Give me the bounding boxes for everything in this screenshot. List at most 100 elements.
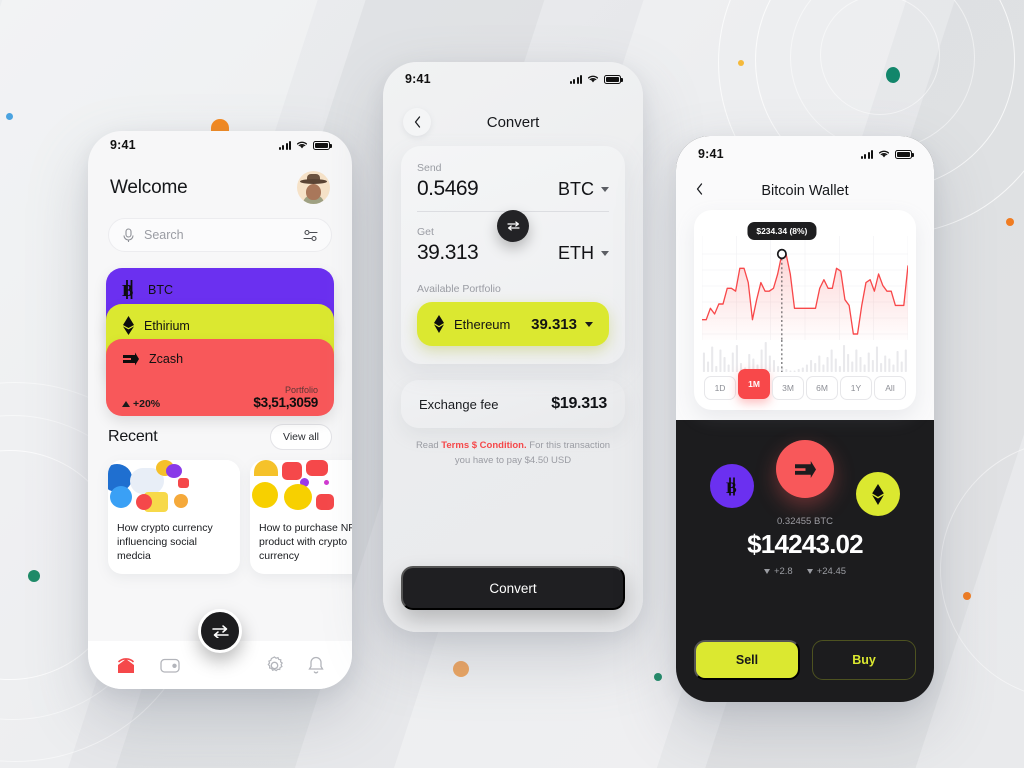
news-thumbnail [108,460,240,514]
search-input[interactable]: Search [108,218,332,252]
range-pill-1d[interactable]: 1D [704,376,736,400]
portfolio-amount: 39.313 [531,315,577,333]
phone-wallet-screen: 9:41 Bitcoin Wallet $234.34 (8%) 1D 1M 3… [676,136,934,702]
avatar[interactable] [297,171,330,204]
status-time: 9:41 [110,138,136,152]
sell-button[interactable]: Sell [694,640,800,680]
balance-block: 0.32455 BTC $14243.02 +2.8 +24.45 [676,516,934,577]
range-pill-1y[interactable]: 1Y [840,376,872,400]
status-time: 9:41 [405,72,431,86]
buy-button[interactable]: Buy [812,640,916,680]
terms-link[interactable]: Terms $ Condition. [441,440,526,451]
convert-button[interactable]: Convert [401,566,625,610]
news-title: How to purchase NFT product with crypto … [259,522,352,562]
chevron-down-icon [585,321,593,327]
news-thumbnail [250,460,352,514]
home-icon[interactable] [116,656,136,675]
exchange-fee-value: $19.313 [551,395,607,412]
zcash-icon [123,352,139,366]
chevron-down-icon [601,187,609,192]
filter-sliders-icon[interactable] [303,229,318,242]
swap-currencies-button[interactable] [497,210,529,242]
convert-panel: Send 0.5469 BTC Get 39.313 ETH Available… [401,146,625,364]
range-pill-1m[interactable]: 1M [738,369,770,399]
convert-nav: Convert [383,90,643,140]
time-range-selector: 1D 1M 3M 6M 1Y All [702,369,908,400]
list-item[interactable]: How crypto currency influencing social m… [108,460,240,574]
signal-icon [278,140,291,150]
swap-vertical-icon [506,221,520,231]
coin-ethereum[interactable] [856,472,900,516]
phone-home-screen: 9:41 Welcome Search BTC Ethirium Zcash +… [88,131,352,689]
get-currency-label: ETH [558,243,594,263]
microphone-icon [123,227,134,242]
settings-gear-icon[interactable] [265,655,284,675]
wifi-icon [878,150,890,158]
portfolio-value: $3,51,3059 [253,395,318,410]
status-bar: 9:41 [676,136,934,164]
phone-convert-screen: 9:41 Convert Send 0.5469 BTC Get 39.313 … [383,62,643,632]
coin-selector-group: B [676,440,934,516]
price-chart-card[interactable]: $234.34 (8%) 1D 1M 3M 6M 1Y All [694,210,916,410]
page-title: Welcome [110,176,188,198]
bell-icon[interactable] [308,656,324,675]
status-icons [860,149,914,159]
get-currency-select[interactable]: ETH [558,243,609,264]
portfolio-amount-group: 39.313 [531,316,593,333]
dot-orange-far-right [963,592,971,600]
chart-tooltip: $234.34 (8%) [747,222,817,240]
crypto-card-name: Zcash [149,352,184,366]
swap-fab-button[interactable] [198,609,242,653]
wallet-top-light-section: 9:41 Bitcoin Wallet $234.34 (8%) 1D 1M 3… [676,136,934,420]
send-field[interactable]: Send 0.5469 BTC [417,162,609,212]
wallet-nav: Bitcoin Wallet [676,164,934,206]
get-amount[interactable]: 39.313 [417,241,479,265]
crypto-card-zcash[interactable]: Zcash +20% Portfolio $3,51,3059 [106,339,334,416]
chart-marker-point[interactable] [776,248,787,260]
portfolio-label: Portfolio [284,385,318,395]
ethereum-icon [434,315,444,333]
portfolio-coin-selector[interactable]: Ethereum 39.313 [417,302,609,346]
send-currency-label: BTC [558,179,594,199]
range-pill-all[interactable]: All [874,376,906,400]
list-item[interactable]: How to purchase NFT product with crypto … [250,460,352,574]
status-icons [569,74,623,84]
crypto-cards-stack: B BTC +15% Portfolio $2,34,4500 [106,268,334,416]
bitcoin-icon: B [122,280,133,299]
wifi-icon [296,141,308,149]
dot-green-left [28,570,40,582]
terms-prefix: Read [415,440,442,451]
delta-2: +24.45 [806,566,846,577]
recent-section-header: Recent View all [108,424,332,450]
status-bar: 9:41 [88,131,352,159]
wifi-icon [587,75,599,83]
ethereum-icon [872,483,884,505]
exchange-fee-panel: Exchange fee $19.313 [401,380,625,428]
balance-usd: $14243.02 [747,529,864,559]
svg-text:B: B [726,480,737,496]
dot-green-top [886,67,900,83]
news-title: How crypto currency influencing social m… [117,522,213,562]
status-bar: 9:41 [383,62,643,90]
coin-zcash[interactable] [776,440,834,498]
range-pill-6m[interactable]: 6M [806,376,838,400]
balance-btc: 0.32455 BTC [777,516,833,527]
dot-green-bottom [654,673,662,681]
battery-icon [604,74,623,84]
send-amount[interactable]: 0.5469 [417,177,479,201]
view-all-button[interactable]: View all [270,424,332,450]
signal-icon [569,74,582,84]
status-time: 9:41 [698,147,724,161]
dot-orange-bottom [453,661,469,677]
price-chart[interactable]: $234.34 (8%) [701,220,909,374]
coin-bitcoin[interactable]: B [710,464,754,508]
wallet-actions: Sell Buy [694,640,916,680]
swap-arrows-icon [211,624,229,638]
dot-blue-left [6,113,13,120]
chevron-down-icon [601,251,609,256]
range-pill-3m[interactable]: 3M [772,376,804,400]
send-currency-select[interactable]: BTC [558,179,609,200]
home-header: Welcome [88,159,352,204]
wallet-icon[interactable] [160,657,180,674]
terms-text: Read Terms $ Condition. For this transac… [409,439,617,468]
